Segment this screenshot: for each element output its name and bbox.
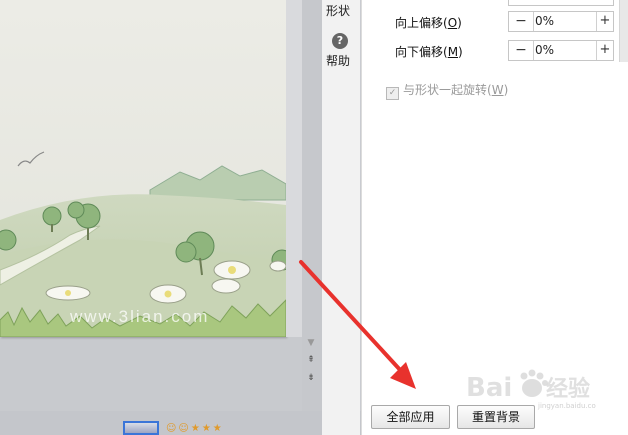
offset-down-increment-button[interactable]: +: [596, 41, 613, 60]
scroll-down-small-icon[interactable]: ▼: [305, 338, 317, 348]
canvas-vertical-scrollbar[interactable]: [286, 0, 302, 337]
slide-background-image[interactable]: www.3lian.com: [0, 0, 286, 337]
reset-background-button[interactable]: 重置背景: [457, 405, 535, 429]
background-format-panel: [361, 0, 628, 435]
status-indicator-icons: ☺☺★★★: [166, 423, 224, 434]
offset-down-decrement-button[interactable]: −: [509, 41, 534, 60]
slide-image-caption: www.3lian.com: [69, 307, 209, 326]
rotate-with-shape-checkbox[interactable]: ✓: [386, 87, 399, 100]
offset-down-label: 向下偏移(M): [395, 45, 463, 59]
rotate-with-shape-accesskey: W: [491, 83, 504, 97]
offset-up-accesskey: O: [447, 16, 458, 30]
offset-up-value[interactable]: 0%: [535, 14, 554, 28]
offset-down-accesskey: M: [447, 45, 459, 59]
previous-stepper-partial: [508, 0, 614, 6]
offset-down-value[interactable]: 0%: [535, 43, 554, 57]
panel-scrollbar[interactable]: [619, 0, 628, 62]
rotate-with-shape-option[interactable]: ✓ 与形状一起旋转(W): [386, 81, 508, 100]
help-tool-label[interactable]: 帮助: [326, 52, 350, 69]
previous-page-icon[interactable]: ⇞: [305, 355, 317, 365]
offset-up-label: 向上偏移(O): [395, 16, 462, 30]
help-icon[interactable]: ?: [332, 33, 348, 49]
offset-up-increment-button[interactable]: +: [596, 12, 613, 31]
offset-up-decrement-button[interactable]: −: [509, 12, 534, 31]
rotate-with-shape-label: 与形状一起旋转(: [403, 83, 492, 97]
slide-editing-canvas: www.3lian.com: [0, 0, 302, 435]
offset-up-stepper[interactable]: − 0% +: [508, 11, 614, 32]
offset-down-stepper[interactable]: − 0% +: [508, 40, 614, 61]
canvas-side-rail: [302, 0, 322, 411]
apply-to-all-button[interactable]: 全部应用: [371, 405, 450, 429]
next-page-icon[interactable]: ⇟: [305, 373, 317, 383]
slide-thumbnail[interactable]: [123, 421, 159, 435]
shape-tool-label[interactable]: 形状: [326, 2, 350, 19]
